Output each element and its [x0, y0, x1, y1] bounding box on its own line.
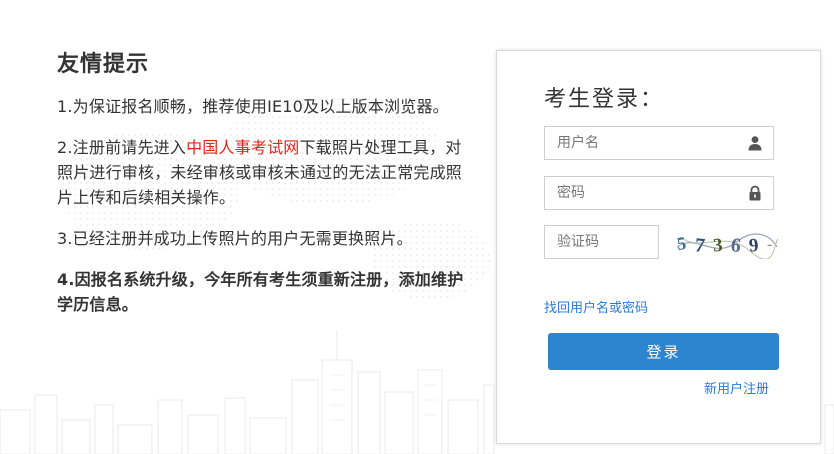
svg-text:-: - [767, 236, 772, 253]
notice-item-browser: 1.为保证报名顺畅，推荐使用IE10及以上版本浏览器。 [57, 97, 449, 116]
svg-text:9: 9 [748, 235, 760, 257]
notice-title: 友情提示 [57, 52, 150, 77]
login-panel: 考生登录： 5 7 3 6 9 - 找回用户名或密码 登录 新用户注册 [496, 50, 821, 444]
password-input[interactable] [545, 177, 773, 209]
captcha-input[interactable] [545, 226, 658, 258]
login-button[interactable]: 登录 [548, 333, 779, 370]
svg-text:7: 7 [694, 234, 706, 257]
notice-section: 友情提示 1.为保证报名顺畅，推荐使用IE10及以上版本浏览器。 2.注册前请先… [57, 50, 477, 333]
notice-item-photo-uploaded: 3.已经注册并成功上传照片的用户无需更换照片。 [57, 229, 413, 248]
svg-text:5: 5 [676, 233, 688, 254]
register-link[interactable]: 新用户注册 [704, 378, 769, 397]
captcha-field [544, 225, 659, 259]
user-icon [748, 136, 762, 151]
cpta-website-link[interactable]: 中国人事考试网 [186, 138, 299, 157]
username-input[interactable] [545, 127, 773, 159]
notice-item-photo-tool: 2.注册前请先进入中国人事考试网下载照片处理工具，对照片进行审核，未经审核或审核… [57, 135, 477, 210]
notice-item-photo-tool-prefix: 2.注册前请先进入 [57, 138, 187, 157]
forgot-credentials-link[interactable]: 找回用户名或密码 [544, 297, 648, 316]
svg-text:3: 3 [712, 235, 723, 257]
login-title: 考生登录： [544, 87, 665, 112]
notice-item-reregister: 4.因报名系统升级，今年所有考生须重新注册，添加维护学历信息。 [57, 270, 464, 314]
lock-icon [749, 185, 761, 201]
captcha-image[interactable]: 5 7 3 6 9 - [675, 225, 779, 259]
svg-text:6: 6 [729, 234, 742, 257]
username-field [544, 126, 774, 160]
password-field [544, 176, 774, 210]
